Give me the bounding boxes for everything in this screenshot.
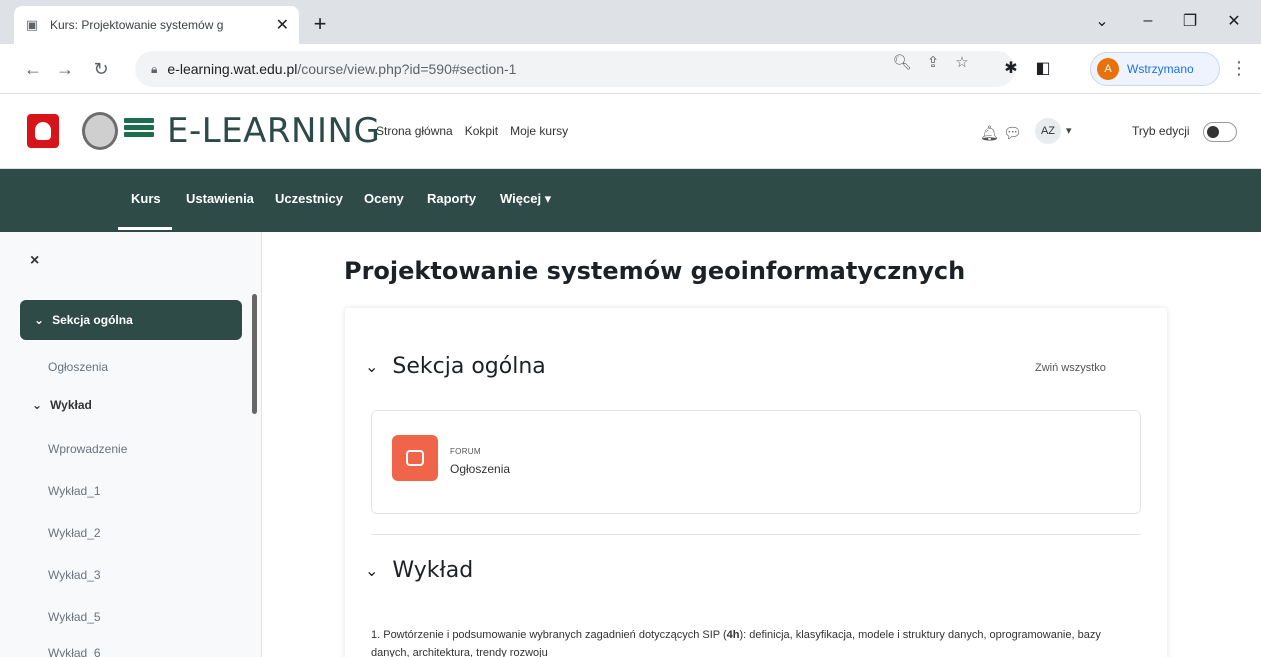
tab-search-icon[interactable]: ⌄ xyxy=(1082,6,1122,36)
user-avatar[interactable]: AZ xyxy=(1035,118,1061,144)
new-tab-button[interactable]: + xyxy=(306,10,334,38)
activity-card-forum[interactable]: FORUM Ogłoszenia xyxy=(371,410,1141,514)
section-title: Wykład xyxy=(392,558,474,583)
browser-tabstrip: ▣ Kurs: Projektowanie systemów g ✕ + ⌄ –… xyxy=(0,0,1261,44)
chevron-down-icon: ⌄ xyxy=(32,398,43,412)
drawer-section-general[interactable]: ⌄ Sekcja ogólna xyxy=(20,300,242,340)
sidepanel-icon[interactable]: ◧ xyxy=(1032,58,1054,78)
section-title: Sekcja ogólna xyxy=(392,354,546,379)
section-divider xyxy=(371,534,1141,535)
nav-dashboard-link[interactable]: Kokpit xyxy=(465,124,498,138)
messages-icon[interactable]: 💬︎ xyxy=(1003,124,1022,142)
url-text: e-learning.wat.edu.pl/course/view.php?id… xyxy=(167,61,517,77)
drawer-item[interactable]: Wykład_6 xyxy=(48,646,101,657)
wat-crest-logo[interactable] xyxy=(82,112,118,150)
drawer-section-label: Sekcja ogólna xyxy=(52,313,133,327)
reload-icon[interactable]: ↻ xyxy=(88,56,114,82)
close-drawer-icon[interactable]: × xyxy=(30,252,39,270)
course-index-drawer: × ⌄ Sekcja ogólna Ogłoszenia ⌄ Wykład Wp… xyxy=(0,232,262,657)
top-navigation: Strona główna Kokpit Moje kursy xyxy=(376,124,568,138)
site-header: E-LEARNING Strona główna Kokpit Moje kur… xyxy=(0,94,1261,169)
activity-type: FORUM xyxy=(450,447,481,456)
notifications-bell-icon[interactable]: 🔔︎ xyxy=(980,124,999,142)
chevron-down-icon: ⌄ xyxy=(365,561,379,580)
forum-icon xyxy=(392,435,438,481)
maximize-icon[interactable]: ❐ xyxy=(1170,6,1210,36)
active-tab-indicator xyxy=(118,227,172,230)
close-tab-icon[interactable]: ✕ xyxy=(276,15,289,35)
lock-icon[interactable]: 🔒︎ xyxy=(151,62,157,77)
tab-participants[interactable]: Uczestnicy xyxy=(275,191,343,206)
bookmark-star-icon[interactable]: ☆ xyxy=(951,53,973,71)
activity-name-link[interactable]: Ogłoszenia xyxy=(450,462,510,476)
nav-my-courses-link[interactable]: Moje kursy xyxy=(510,124,568,138)
close-window-icon[interactable]: ✕ xyxy=(1214,6,1254,36)
academy-name-logo xyxy=(124,118,154,137)
drawer-item[interactable]: Wykład_3 xyxy=(48,568,101,582)
section-header-lecture[interactable]: ⌄ Wykład xyxy=(365,558,473,583)
collapse-all-link[interactable]: Zwiń wszystko xyxy=(1035,362,1106,374)
zoom-icon[interactable]: 🔍︎ xyxy=(891,53,913,71)
profile-avatar: A xyxy=(1097,58,1119,80)
drawer-item[interactable]: Wykład_5 xyxy=(48,610,101,624)
tab-reports[interactable]: Raporty xyxy=(427,191,476,206)
minimize-icon[interactable]: – xyxy=(1128,6,1168,36)
course-content-card: ⌄ Sekcja ogólna Zwiń wszystko FORUM Ogło… xyxy=(345,308,1167,657)
chevron-down-icon: ⌄ xyxy=(34,313,45,327)
tab-course[interactable]: Kurs xyxy=(131,191,161,206)
drawer-scrollbar[interactable] xyxy=(252,294,257,414)
drawer-section-label: Wykład xyxy=(50,398,92,412)
browser-menu-icon[interactable]: ⋮ xyxy=(1230,58,1248,79)
user-menu-caret-icon[interactable]: ▾ xyxy=(1066,124,1072,137)
course-secondary-nav: Kurs Ustawienia Uczestnicy Oceny Raporty… xyxy=(0,169,1261,232)
address-bar[interactable]: 🔒︎ e-learning.wat.edu.pl/course/view.php… xyxy=(135,51,1015,87)
moodle-favicon-icon: ▣ xyxy=(25,17,39,32)
tab-title: Kurs: Projektowanie systemów g xyxy=(50,18,224,32)
profile-button[interactable]: A Wstrzymano xyxy=(1090,52,1220,86)
drawer-section-lecture[interactable]: ⌄ Wykład xyxy=(32,398,92,412)
share-icon[interactable]: ⇪ xyxy=(922,53,944,71)
drawer-item[interactable]: Wykład_2 xyxy=(48,526,101,540)
nav-home-link[interactable]: Strona główna xyxy=(376,124,453,138)
drawer-item[interactable]: Wprowadzenie xyxy=(48,442,127,456)
main-content: Projektowanie systemów geoinformatycznyc… xyxy=(262,232,1261,657)
tab-grades[interactable]: Oceny xyxy=(364,191,404,206)
browser-tab[interactable]: ▣ Kurs: Projektowanie systemów g ✕ xyxy=(14,6,299,44)
profile-status: Wstrzymano xyxy=(1127,62,1194,76)
chevron-down-icon: ⌄ xyxy=(365,357,379,376)
tab-settings[interactable]: Ustawienia xyxy=(186,191,254,206)
edit-mode-toggle[interactable] xyxy=(1203,122,1237,142)
extensions-icon[interactable]: ✱ xyxy=(1000,58,1022,78)
browser-toolbar: ← → ↻ 🔒︎ e-learning.wat.edu.pl/course/vi… xyxy=(0,44,1261,94)
drawer-item[interactable]: Wykład_1 xyxy=(48,484,101,498)
site-brand[interactable]: E-LEARNING xyxy=(167,111,380,151)
poland-emblem-logo[interactable] xyxy=(27,114,59,148)
edit-mode-label: Tryb edycji xyxy=(1132,124,1190,138)
drawer-item-announcements[interactable]: Ogłoszenia xyxy=(48,360,108,374)
page-title: Projektowanie systemów geoinformatycznyc… xyxy=(344,257,966,285)
back-icon[interactable]: ← xyxy=(20,56,46,82)
forward-icon[interactable]: → xyxy=(52,56,78,82)
section-header-general[interactable]: ⌄ Sekcja ogólna xyxy=(365,354,546,379)
section-description: 1. Powtórzenie i podsumowanie wybranych … xyxy=(371,629,1101,657)
tab-more[interactable]: Więcej ▾ xyxy=(500,191,551,207)
